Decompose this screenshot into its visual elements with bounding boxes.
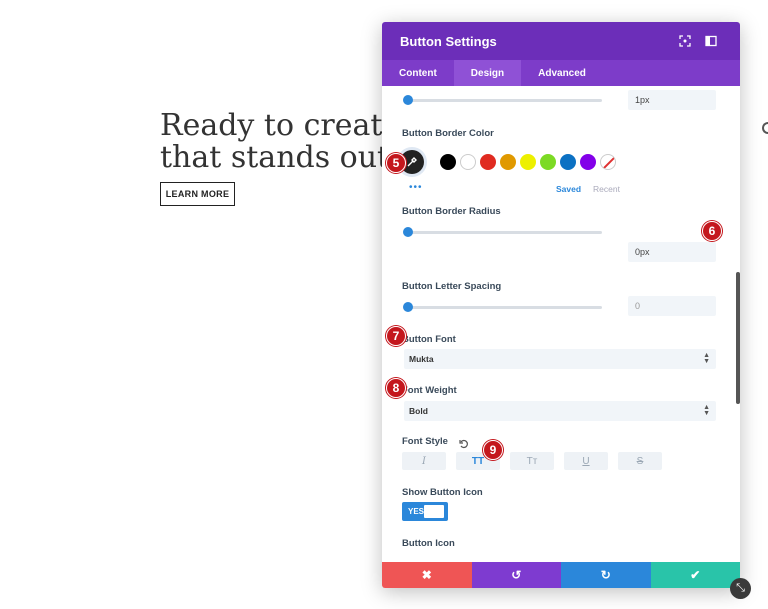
font-weight-label: Font Weight <box>402 385 457 396</box>
slider-handle[interactable] <box>403 302 413 312</box>
italic-button[interactable]: I <box>402 452 446 470</box>
tab-design[interactable]: Design <box>453 60 522 86</box>
show-icon-toggle[interactable]: YES <box>402 502 448 521</box>
border-radius-label: Button Border Radius <box>402 206 501 217</box>
no-color-swatch[interactable] <box>600 154 616 170</box>
letter-spacing-label: Button Letter Spacing <box>402 281 502 292</box>
select-arrows-icon: ▲ ▼ <box>703 404 710 417</box>
page: Ready to create a that stands out fr LEA… <box>0 0 768 609</box>
learn-more-button[interactable]: LEARN MORE <box>160 182 235 206</box>
hero-heading: Ready to create a that stands out fr <box>160 110 400 174</box>
font-weight-value: Bold <box>409 406 428 416</box>
modal-tabs: Content Design Advanced <box>382 60 740 86</box>
show-icon-label: Show Button Icon <box>402 487 483 498</box>
font-style-label: Font Style <box>402 436 448 447</box>
color-swatch-red[interactable] <box>480 154 496 170</box>
tab-content[interactable]: Content <box>382 60 454 86</box>
underline-button[interactable]: U <box>564 452 608 470</box>
color-swatch-black[interactable] <box>440 154 456 170</box>
slider-handle[interactable] <box>403 227 413 237</box>
border-color-label: Button Border Color <box>402 128 494 139</box>
border-radius-input[interactable]: 0px <box>628 242 716 262</box>
step-badge-7: 7 <box>386 326 406 346</box>
color-swatch-purple[interactable] <box>580 154 596 170</box>
tab-advanced[interactable]: Advanced <box>521 60 603 86</box>
save-button[interactable]: ✔ <box>650 562 740 588</box>
color-swatch-green[interactable] <box>540 154 556 170</box>
resize-handle-icon[interactable]: ⤡ <box>730 578 751 599</box>
strikethrough-button[interactable]: S <box>618 452 662 470</box>
font-weight-select[interactable]: Bold ▲ ▼ <box>404 401 716 421</box>
color-swatch-blue[interactable] <box>560 154 576 170</box>
letter-spacing-slider[interactable] <box>403 302 602 312</box>
fullscreen-icon[interactable] <box>674 30 696 52</box>
settings-body: 1px Button Border Color ••• Saved Recent <box>382 86 740 552</box>
font-select-value: Mukta <box>409 354 434 364</box>
undo-button[interactable]: ↺ <box>471 562 561 588</box>
color-swatch-yellow[interactable] <box>520 154 536 170</box>
color-swatch-orange[interactable] <box>500 154 516 170</box>
hero-heading-line1: Ready to create a <box>160 110 400 143</box>
toggle-state-label: YES <box>408 507 425 516</box>
button-settings-modal: Button Settings Content Design Advanced … <box>382 22 740 588</box>
font-style-options: I TT Tт U S <box>402 452 672 470</box>
letter-spacing-input[interactable]: 0 <box>628 296 716 316</box>
settings-scrollbar[interactable] <box>736 272 740 404</box>
button-font-label: Button Font <box>402 334 456 345</box>
modal-footer: ✖ ↺ ↻ ✔ <box>382 562 740 588</box>
step-badge-5: 5 <box>386 153 406 173</box>
saved-colors-tab[interactable]: Saved <box>556 184 581 194</box>
border-width-input[interactable]: 1px <box>628 90 716 110</box>
color-swatch-white[interactable] <box>460 154 476 170</box>
more-colors-icon[interactable]: ••• <box>409 183 423 193</box>
modal-header[interactable]: Button Settings <box>382 22 740 60</box>
hero-heading-line2: that stands out fr <box>160 140 400 174</box>
capitalize-button[interactable]: Tт <box>510 452 554 470</box>
discard-button[interactable]: ✖ <box>382 562 472 588</box>
step-badge-6: 6 <box>702 221 722 241</box>
modal-title: Button Settings <box>400 33 497 49</box>
redo-button[interactable]: ↻ <box>561 562 651 588</box>
slider-handle[interactable] <box>403 95 413 105</box>
toggle-knob <box>424 505 444 518</box>
recent-colors-tab[interactable]: Recent <box>593 184 620 194</box>
button-icon-label: Button Icon <box>402 538 455 549</box>
font-select[interactable]: Mukta ▲ ▼ <box>404 349 716 369</box>
select-arrows-icon: ▲ ▼ <box>703 352 710 365</box>
step-badge-9: 9 <box>483 440 503 460</box>
edge-control-icon[interactable] <box>762 122 768 134</box>
color-swatch-row <box>400 150 616 174</box>
border-width-slider[interactable] <box>403 95 602 105</box>
step-badge-8: 8 <box>386 378 406 398</box>
border-radius-slider[interactable] <box>403 227 602 237</box>
sidebar-toggle-icon[interactable] <box>700 30 722 52</box>
